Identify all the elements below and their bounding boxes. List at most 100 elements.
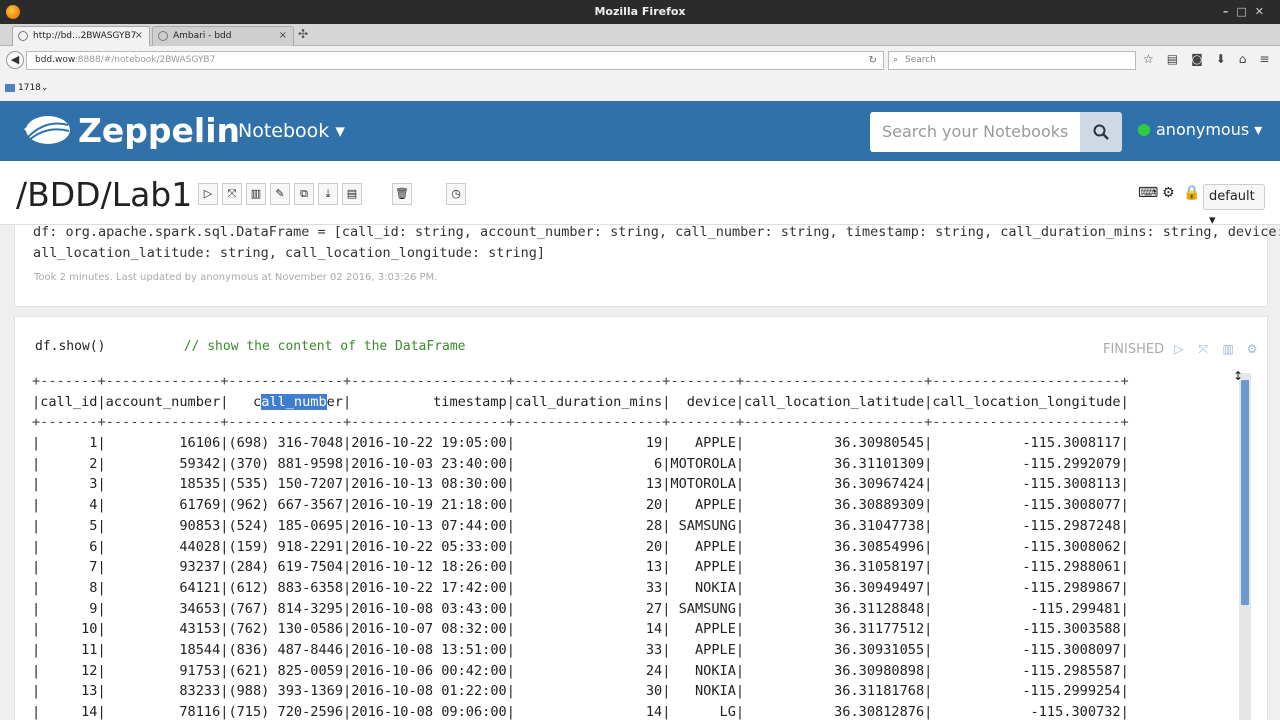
table-cell: 20 <box>514 497 663 514</box>
table-cell: 36.30889309 <box>744 497 925 514</box>
notebook-search-input[interactable]: Search your Notebooks <box>870 112 1080 152</box>
notebook-menu[interactable]: Notebook ▾ <box>238 120 345 142</box>
table-cell: 36.31101309 <box>744 455 925 472</box>
table-cell: -115.3008077 <box>932 497 1121 514</box>
table-cell: 12 <box>40 662 98 679</box>
close-icon[interactable]: × <box>135 27 143 45</box>
table-cell: -115.3008117 <box>932 435 1121 452</box>
window-title: Mozilla Firefox <box>594 5 686 18</box>
url-bar[interactable]: bdd.wow:8888/#/notebook/2BWASGYB7 ↻ <box>26 51 884 70</box>
table-cell: 2016-10-13 08:30:00 <box>351 476 507 493</box>
table-cell: (836) 487-8446 <box>228 641 344 658</box>
hide-output-icon[interactable]: ▥ <box>246 183 266 205</box>
firefox-logo-icon <box>6 5 20 19</box>
trash-icon[interactable]: 🗑 <box>392 183 412 205</box>
table-cell: 34653 <box>105 600 221 617</box>
table-cell: -115.3003588 <box>932 621 1121 638</box>
chevron-down-icon[interactable]: ⌄ <box>41 83 49 93</box>
browser-search-input[interactable]: ⌕ Search <box>888 51 1136 70</box>
table-cell: (621) 825-0059 <box>228 662 344 679</box>
table-cell: 83233 <box>105 683 221 700</box>
status-badge: FINISHED <box>1103 342 1165 357</box>
close-icon[interactable]: × <box>279 27 287 45</box>
table-cell: (612) 883-6358 <box>228 579 344 596</box>
table-cell: 64121 <box>105 579 221 596</box>
table-cell: 4 <box>40 497 98 514</box>
table-cell: (284) 619-7504 <box>228 559 344 576</box>
hide-code-icon[interactable]: ⤧ <box>222 183 242 205</box>
table-cell: 20 <box>514 538 663 555</box>
window-controls[interactable]: –□✕ <box>1223 0 1272 24</box>
table-cell: 36.30931055 <box>744 641 925 658</box>
column-header: call_location_longitude <box>932 393 1121 410</box>
tab-ambari[interactable]: Ambari - bdd × <box>152 26 294 46</box>
table-cell: 33 <box>514 579 663 596</box>
resize-handle-icon[interactable]: ↕ <box>1233 369 1243 383</box>
table-cell: 90853 <box>105 517 221 534</box>
hide-output-icon[interactable]: ▥ <box>1223 342 1237 356</box>
clone-icon[interactable]: ⧉ <box>294 183 314 205</box>
table-row: | 7| 93237|(284) 619-7504|2016-10-12 18:… <box>32 559 1129 576</box>
table-row: | 6| 44028|(159) 918-2291|2016-10-22 05:… <box>32 538 1129 555</box>
column-header: call_duration_mins <box>514 393 663 410</box>
table-cell: 44028 <box>105 538 221 555</box>
table-cell: 18544 <box>105 641 221 658</box>
keyboard-icon[interactable]: ⌨ <box>1138 185 1158 201</box>
schedule-icon[interactable]: ◷ <box>446 183 466 205</box>
run-icon[interactable]: ▷ <box>1174 342 1188 356</box>
table-cell: 27 <box>514 600 663 617</box>
scrollbar-thumb[interactable] <box>1241 380 1249 605</box>
table-cell: 91753 <box>105 662 221 679</box>
table-cell: 2016-10-12 18:26:00 <box>351 559 507 576</box>
folder-icon <box>5 84 15 92</box>
export-icon[interactable]: ⤓ <box>318 183 338 205</box>
table-cell: APPLE <box>670 435 736 452</box>
table-border: +-------+--------------+--------------+-… <box>32 373 1129 389</box>
online-status-icon <box>1138 124 1150 136</box>
table-cell: 43153 <box>105 621 221 638</box>
table-cell: 2016-10-08 13:51:00 <box>351 641 507 658</box>
table-cell: 14 <box>514 621 663 638</box>
interpreter-select[interactable]: default ▾ <box>1203 184 1265 228</box>
zeppelin-logo-icon[interactable] <box>20 113 72 147</box>
paragraph-2: df.show() // show the content of the Dat… <box>14 316 1268 720</box>
back-button[interactable]: ◀ <box>6 51 24 69</box>
tab-favicon-icon <box>18 31 28 41</box>
table-cell: 36.31177512 <box>744 621 925 638</box>
toolbar-icons[interactable]: ☆▤◙⬇⌂≡ <box>1143 52 1280 66</box>
zeppelin-brand[interactable]: Zeppelin <box>78 111 240 150</box>
reload-icon[interactable]: ↻ <box>869 52 877 69</box>
run-all-icon[interactable]: ▷ <box>198 183 218 205</box>
table-row: | 12| 91753|(621) 825-0059|2016-10-06 00… <box>32 662 1129 679</box>
table-cell: 28 <box>514 517 663 534</box>
table-cell: 3 <box>40 476 98 493</box>
version-icon[interactable]: ▤ <box>342 183 362 205</box>
table-cell: -115.2988061 <box>932 559 1121 576</box>
tab-notebook[interactable]: http://bd...2BWASGYB7 × <box>12 26 150 46</box>
search-button[interactable] <box>1080 112 1122 152</box>
gear-icon[interactable]: ⚙ <box>1162 185 1175 201</box>
table-cell: 6 <box>514 455 663 472</box>
gear-icon[interactable]: ⚙ <box>1247 342 1261 356</box>
table-cell: 36.30812876 <box>744 704 925 720</box>
table-cell: 93237 <box>105 559 221 576</box>
notebook-action-bar: /BDD/Lab1 ▷ ⤧ ▥ ✎ ⧉ ⤓ ▤ 🗑 ◷ ⌨ ⚙ 🔒 <box>0 161 1280 225</box>
column-header: call_location_latitude <box>744 393 925 410</box>
table-cell: 14 <box>40 704 98 720</box>
user-menu[interactable]: anonymous ▾ <box>1138 120 1262 139</box>
code-editor[interactable]: df.show() // show the content of the Dat… <box>35 339 466 354</box>
url-path: :8888/#/notebook/2BWASGYB7 <box>74 55 216 65</box>
clear-output-icon[interactable]: ✎ <box>270 183 290 205</box>
hide-code-icon[interactable]: ⤧ <box>1198 342 1212 356</box>
bookmark-item[interactable]: 1718 <box>18 83 41 93</box>
table-cell: NOKIA <box>670 579 736 596</box>
table-cell: 2 <box>40 455 98 472</box>
new-tab-icon[interactable]: ✣ <box>298 27 308 41</box>
browser-search-placeholder: Search <box>905 55 936 65</box>
lock-icon[interactable]: 🔒 <box>1183 185 1200 201</box>
notebook-title[interactable]: /BDD/Lab1 <box>16 175 192 214</box>
table-row: | 3| 18535|(535) 150-7207|2016-10-13 08:… <box>32 476 1129 493</box>
table-cell: 78116 <box>105 704 221 720</box>
paragraph-1: df: org.apache.spark.sql.DataFrame = [ca… <box>14 224 1280 307</box>
table-header: |call_id|account_number| call_number| ti… <box>32 393 1129 410</box>
